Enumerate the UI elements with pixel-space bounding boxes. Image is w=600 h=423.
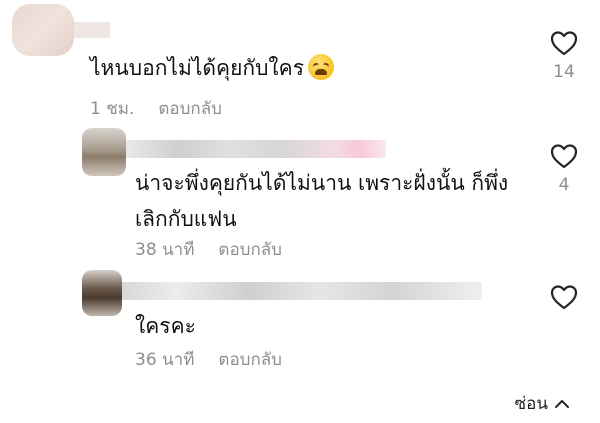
avatar[interactable] <box>82 128 126 176</box>
tired-face-emoji-icon <box>308 54 334 80</box>
heart-icon <box>550 285 578 310</box>
timestamp: 36 นาที <box>135 350 195 370</box>
like-button[interactable]: 14 <box>549 30 579 82</box>
avatar[interactable] <box>82 270 122 316</box>
comment-text: ใครคะ <box>135 314 196 338</box>
hide-replies-button[interactable]: ซ่อน <box>515 390 570 417</box>
timestamp: 38 นาที <box>135 240 195 260</box>
timestamp: 1 ชม. <box>90 99 135 119</box>
comment-meta: 38 นาที ตอบกลับ <box>135 236 282 263</box>
heart-icon <box>550 31 578 56</box>
chevron-up-icon <box>555 399 569 408</box>
reply-button[interactable]: ตอบกลับ <box>158 99 222 119</box>
avatar[interactable] <box>12 4 74 56</box>
like-count: 4 <box>558 175 570 195</box>
comment-text: น่าจะพึ่งคุยกันได้ไม่นาน เพราะฝั่งนั้น ก… <box>135 168 508 234</box>
comment-meta: 1 ชม. ตอบกลับ <box>90 95 222 122</box>
username-blurred[interactable] <box>122 282 482 300</box>
heart-icon <box>550 144 578 169</box>
like-button[interactable]: 4 <box>549 143 579 195</box>
like-count: 14 <box>553 62 575 82</box>
reply-button[interactable]: ตอบกลับ <box>218 240 282 260</box>
username-blurred[interactable] <box>126 140 386 158</box>
comment-text-line-2: เลิกกับแฟน <box>135 207 237 231</box>
like-button[interactable] <box>549 284 579 310</box>
hide-replies-label: ซ่อน <box>514 394 548 414</box>
reply-button[interactable]: ตอบกลับ <box>218 350 282 370</box>
comment-text: ไหนบอกไม่ได้คุยกับใคร <box>90 53 334 83</box>
comment-meta: 36 นาที ตอบกลับ <box>135 346 282 373</box>
username-blurred[interactable] <box>74 22 110 38</box>
comment-text-line-1: น่าจะพึ่งคุยกันได้ไม่นาน เพราะฝั่งนั้น ก… <box>135 171 509 195</box>
